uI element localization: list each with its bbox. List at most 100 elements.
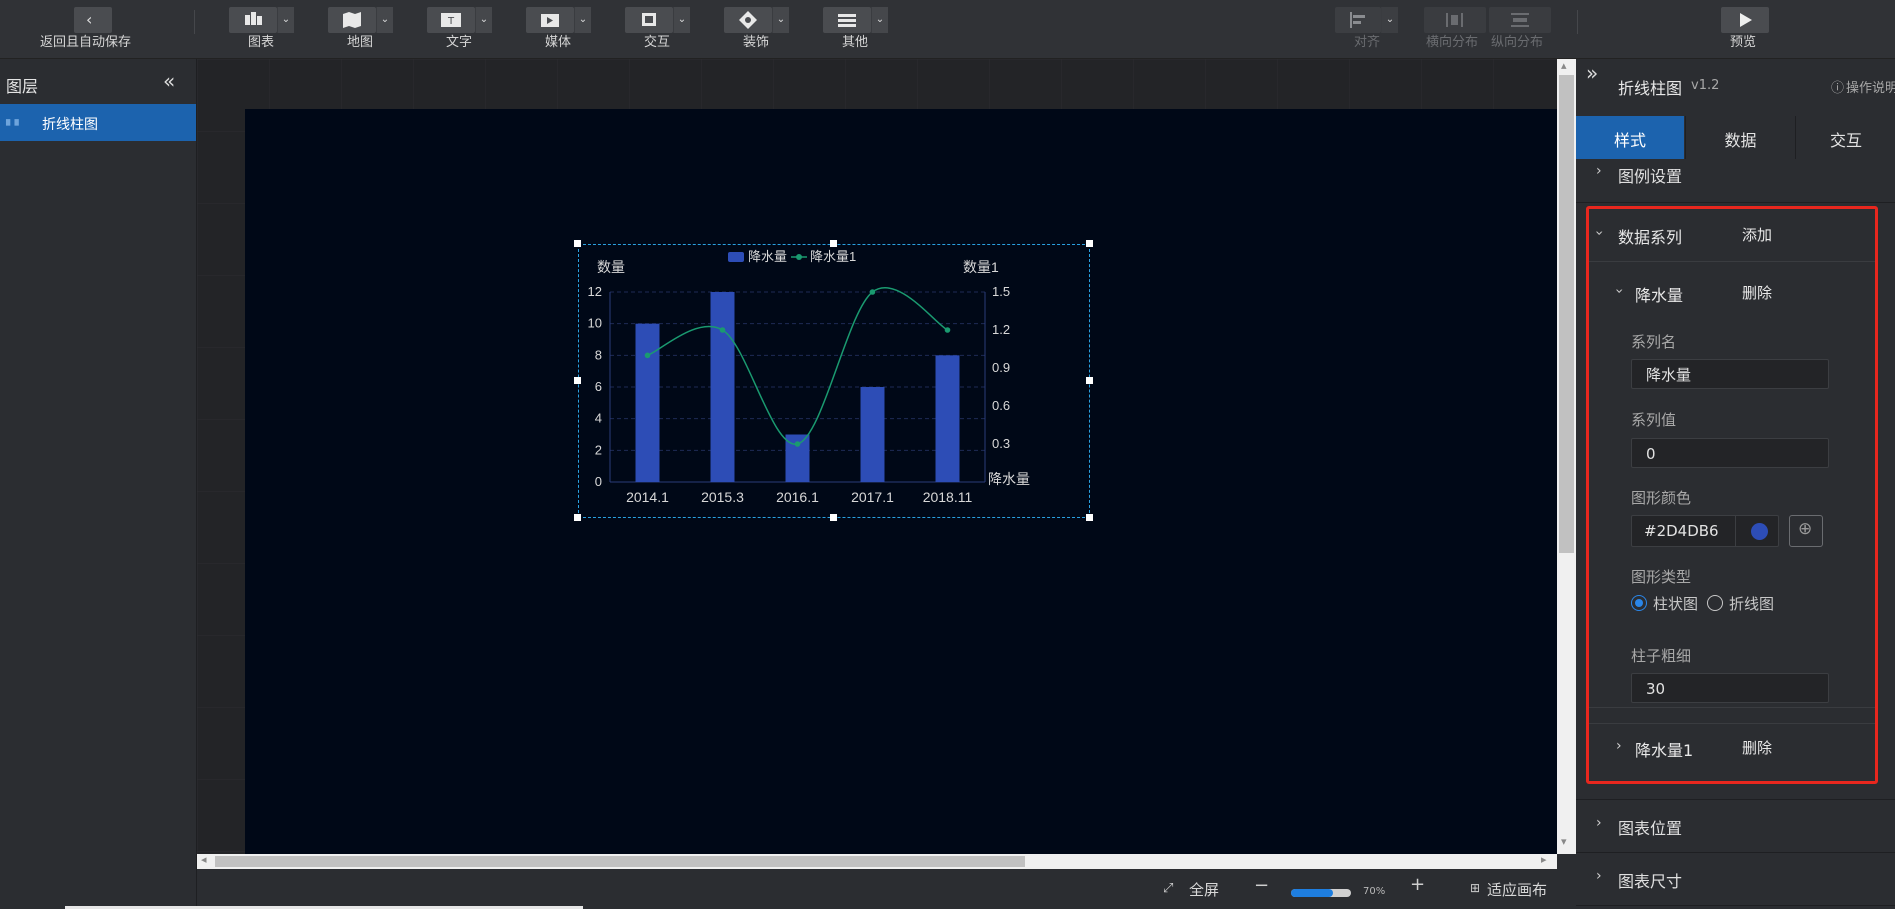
x-axis-label: 降水量 — [988, 471, 1030, 487]
vertical-scroll-thumb[interactable] — [1559, 75, 1574, 553]
resize-handle[interactable] — [830, 240, 837, 247]
horizontal-scrollbar-track[interactable]: ◂ ▸ — [197, 853, 1557, 869]
preview-button[interactable] — [1721, 7, 1769, 33]
zoom-in-icon[interactable]: + — [1410, 874, 1425, 895]
chevron-down-icon[interactable]: ⌄ — [376, 7, 393, 33]
back-button[interactable]: ‹ — [74, 7, 112, 33]
color-hex-input[interactable]: #2D4DB6 — [1644, 522, 1719, 540]
help-link[interactable]: 操作说明 — [1846, 77, 1895, 96]
chevron-right-icon[interactable]: › — [1616, 738, 1622, 754]
zoom-slider[interactable] — [1291, 889, 1351, 897]
horizontal-scroll-thumb[interactable] — [215, 856, 1025, 867]
chevron-down-icon[interactable]: ⌄ — [1381, 7, 1398, 33]
expand-right-icon[interactable]: » — [1586, 61, 1598, 85]
line-point — [644, 352, 651, 359]
add-series-button[interactable]: 添加 — [1742, 224, 1772, 245]
series-name-input[interactable]: 降水量 — [1631, 359, 1829, 389]
section-chart-position[interactable]: › 图表位置 — [1576, 799, 1895, 853]
x-tick-label: 2018.11 — [923, 489, 973, 505]
color-swatch[interactable] — [1751, 523, 1768, 540]
scroll-left-icon[interactable]: ◂ — [201, 853, 207, 866]
back-label[interactable]: 返回且自动保存 — [40, 31, 131, 50]
chevron-right-icon: › — [1596, 815, 1602, 831]
text-button[interactable]: T — [427, 7, 475, 33]
chevron-down-icon[interactable]: ⌄ — [772, 7, 789, 33]
section-chart-position-title: 图表位置 — [1618, 819, 1683, 838]
series-value-input[interactable]: 0 — [1631, 438, 1829, 468]
layer-item-label: 折线柱图 — [42, 117, 98, 133]
shape-type-label: 图形类型 — [1631, 568, 1692, 586]
toolbar-media-label: 媒体 — [545, 35, 572, 50]
delete-series2-button[interactable]: 删除 — [1742, 737, 1772, 758]
map-button[interactable] — [328, 7, 376, 33]
y2-tick-label: 1.2 — [992, 322, 1010, 337]
fit-canvas-label[interactable]: 适应画布 — [1487, 879, 1547, 900]
chevron-down-icon[interactable]: ⌄ — [673, 7, 690, 33]
chevron-down-icon[interactable]: ⌄ — [475, 7, 492, 33]
layers-title: 图层 — [6, 77, 39, 96]
chevron-down-icon[interactable]: ⌄ — [574, 7, 591, 33]
resize-handle[interactable] — [574, 377, 581, 384]
resize-handle[interactable] — [1086, 377, 1093, 384]
interaction-button[interactable] — [625, 7, 673, 33]
fit-canvas-icon[interactable]: ⊞ — [1470, 881, 1480, 895]
chevron-left-icon: ‹ — [86, 10, 93, 29]
section-chart-size[interactable]: › 图表尺寸 — [1576, 852, 1895, 906]
resize-handle[interactable] — [574, 514, 581, 521]
align-button[interactable] — [1335, 7, 1381, 33]
series2-header[interactable]: › 降水量1 删除 — [1589, 723, 1875, 774]
legend-swatch-bar — [728, 252, 744, 262]
resize-handle[interactable] — [574, 240, 581, 247]
bar-width-label: 柱子粗细 — [1631, 647, 1692, 665]
fullscreen-icon[interactable]: ⤢ — [1163, 881, 1173, 896]
decoration-button[interactable] — [724, 7, 772, 33]
add-color-button[interactable]: ⊕ — [1789, 515, 1823, 547]
color-field[interactable]: #2D4DB6 — [1631, 515, 1779, 547]
y2-axis-label: 数量1 — [963, 259, 999, 275]
resize-handle[interactable] — [1086, 240, 1093, 247]
tab-data[interactable]: 数据 — [1685, 116, 1795, 159]
chevron-down-icon[interactable]: › — [1591, 230, 1607, 236]
v-distribute-button[interactable] — [1489, 7, 1551, 33]
zoom-out-icon[interactable]: − — [1254, 875, 1269, 896]
toolbar-chart-label: 图表 — [248, 35, 275, 50]
bar-width-input[interactable]: 30 — [1631, 673, 1829, 703]
scroll-up-icon[interactable]: ▴ — [1561, 59, 1567, 72]
chevron-down-icon[interactable]: ⌄ — [871, 7, 888, 33]
resize-handle[interactable] — [1086, 514, 1093, 521]
chevron-down-icon[interactable]: ⌄ — [277, 7, 294, 33]
media-button[interactable] — [526, 7, 574, 33]
radio-bar-label[interactable]: 柱状图 — [1653, 593, 1698, 614]
y-tick-label: 12 — [588, 284, 602, 299]
fullscreen-label[interactable]: 全屏 — [1189, 879, 1219, 900]
line-point — [794, 441, 801, 447]
vertical-scrollbar-track[interactable]: ▴ ▾ — [1557, 59, 1576, 854]
y-tick-label: 10 — [588, 316, 602, 331]
delete-series1-button[interactable]: 删除 — [1742, 282, 1772, 303]
bottom-bar: ⤢ 全屏 − 70% + ⊞ 适应画布 — [197, 869, 1576, 909]
layer-item[interactable]: ▖▖ 折线柱图 — [0, 104, 196, 141]
radio-line-label[interactable]: 折线图 — [1729, 593, 1774, 614]
section-legend-settings[interactable]: › 图例设置 — [1576, 159, 1895, 203]
info-icon[interactable]: ⓘ — [1831, 77, 1844, 96]
y2-tick-label: 0.3 — [992, 436, 1010, 451]
tab-style[interactable]: 样式 — [1576, 116, 1684, 159]
radio-line[interactable] — [1707, 595, 1723, 611]
chart-widget[interactable]: 0 2 4 6 8 10 12 0.3 0.6 0.9 1.2 1.5 数量 数量1 降水量 2014.1 20… — [578, 244, 1090, 518]
preview-label[interactable]: 预览 — [1730, 31, 1756, 50]
tab-interaction[interactable]: 交互 — [1795, 116, 1895, 159]
chart-button[interactable] — [229, 7, 277, 33]
other-button[interactable] — [823, 7, 871, 33]
scroll-down-icon[interactable]: ▾ — [1561, 835, 1567, 848]
h-distribute-button[interactable] — [1424, 7, 1486, 33]
tab-data-label: 数据 — [1724, 131, 1757, 150]
collapse-left-icon[interactable]: « — [163, 69, 175, 93]
scroll-right-icon[interactable]: ▸ — [1541, 853, 1547, 866]
radio-bar[interactable] — [1631, 595, 1647, 611]
play-icon — [1740, 13, 1752, 27]
resize-handle[interactable] — [830, 514, 837, 521]
canvas-area[interactable]: 0 2 4 6 8 10 12 0.3 0.6 0.9 1.2 1.5 数量 数量1 降水量 2014.1 20… — [197, 59, 1557, 869]
chevron-down-icon[interactable]: › — [1611, 288, 1627, 294]
layer-chart-icon: ▖▖ — [6, 113, 23, 126]
line-point — [869, 289, 876, 295]
